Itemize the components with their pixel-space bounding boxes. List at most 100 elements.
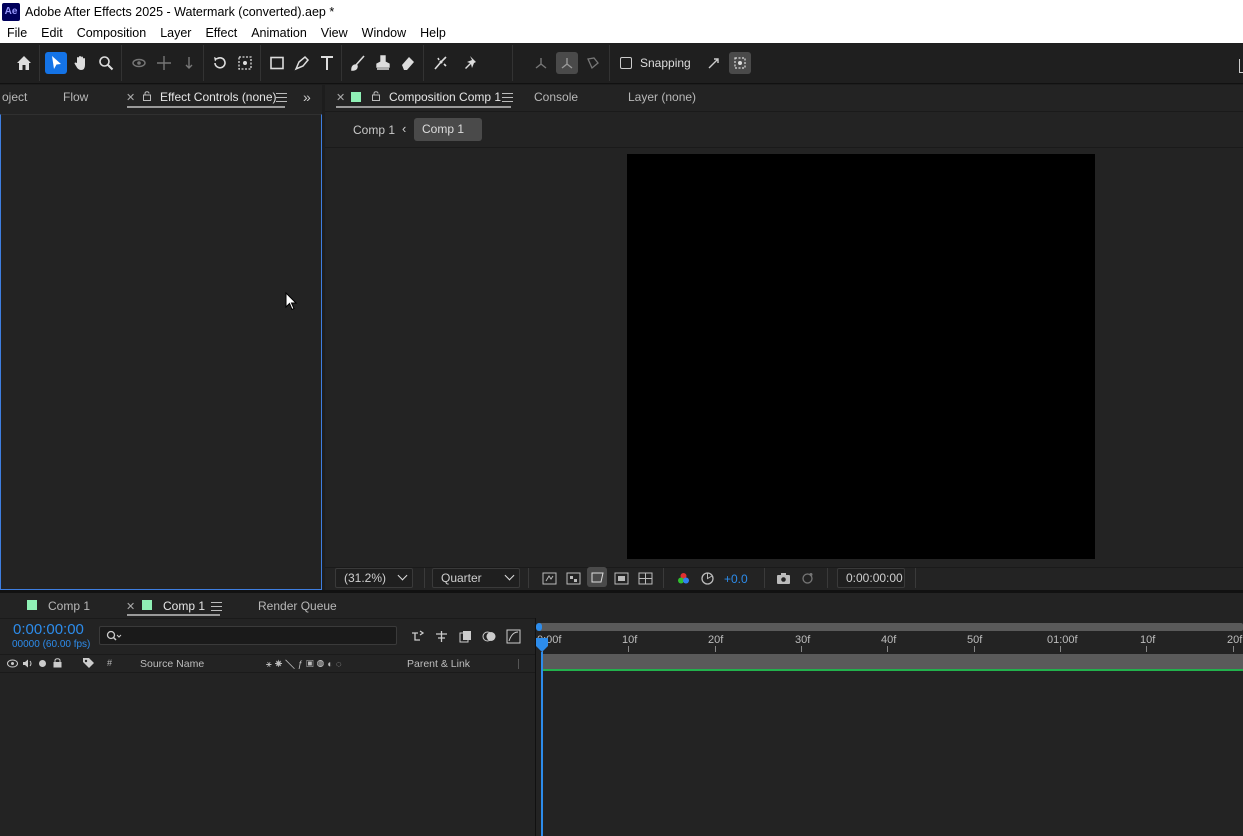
rectangle-tool-icon[interactable] [266,52,288,74]
menu-bar: File Edit Composition Layer Effect Anima… [0,23,1243,43]
exposure-value[interactable]: +0.0 [724,572,748,586]
solo-icon[interactable] [39,660,46,667]
snap-edges-icon[interactable] [703,52,725,74]
ruler-label-1s: 01:00f [1047,634,1078,646]
world-axis-icon[interactable] [556,52,578,74]
composition-canvas[interactable] [627,154,1095,559]
roto-brush-icon[interactable] [430,52,452,74]
selection-tool-icon[interactable] [45,52,67,74]
timeline-search-input[interactable] [99,626,397,645]
composition-panel: ✕ Composition Comp 1 Console Layer (none… [325,85,1243,590]
puppet-pin-icon[interactable] [461,52,483,74]
layer-switches-icons[interactable]: ⚹☀╲ƒ▣◍◐◌ [266,659,390,670]
breadcrumb-comp-parent[interactable]: Comp 1 [353,123,395,137]
tab-flow[interactable]: Flow [63,90,88,104]
mask-visibility-icon[interactable] [587,567,607,587]
home-icon[interactable] [13,52,35,74]
menu-effect[interactable]: Effect [198,23,244,43]
workspace-icon[interactable] [1239,59,1243,73]
work-area-bar[interactable] [542,654,1243,669]
parent-link-header[interactable]: Parent & Link [407,658,470,670]
fast-previews-icon[interactable] [539,568,559,588]
after-effects-logo: Ae [2,2,20,21]
composition-mini-flowchart-icon[interactable] [407,626,427,646]
pan-behind-tool-icon[interactable] [234,52,256,74]
eraser-tool-icon[interactable] [397,52,419,74]
reset-exposure-icon[interactable] [697,568,717,588]
hand-tool-icon[interactable] [70,52,92,74]
snapshot-camera-icon[interactable] [773,568,793,588]
playhead-handle-icon[interactable] [536,638,548,652]
grid-guides-icon[interactable] [635,568,655,588]
video-eye-icon[interactable] [7,659,18,668]
transparency-grid-icon[interactable] [563,568,583,588]
resolution-dropdown[interactable]: Quarter [432,568,520,588]
channels-icon[interactable] [673,568,693,588]
tab-composition[interactable]: Composition Comp 1 [389,90,501,104]
menu-composition[interactable]: Composition [70,23,153,43]
menu-animation[interactable]: Animation [244,23,314,43]
clone-stamp-icon[interactable] [372,52,394,74]
tab-render-queue[interactable]: Render Queue [258,599,337,613]
ruler-label-20f: 20f [708,634,724,646]
menu-window[interactable]: Window [355,23,413,43]
source-name-header[interactable]: Source Name [140,658,204,670]
effect-controls-panel: oject Flow ✕ Effect Controls (none) » [0,85,322,590]
tab-effect-controls[interactable]: Effect Controls (none) [160,90,277,104]
magnification-dropdown[interactable]: (31.2%) [335,568,413,588]
audio-speaker-icon[interactable] [22,659,33,668]
motion-blur-icon[interactable] [479,626,499,646]
view-axis-icon[interactable] [582,52,604,74]
show-snapshot-icon[interactable] [797,568,817,588]
ruler-label-1s10f: 10f [1140,634,1156,646]
menu-file[interactable]: File [0,23,34,43]
current-time-display[interactable]: 0:00:00:00 [837,568,905,588]
label-tag-icon[interactable] [82,657,95,669]
panel-menu-icon[interactable] [211,602,222,611]
snap-features-icon[interactable] [729,52,751,74]
orbit-camera-icon[interactable] [128,52,150,74]
close-tab-icon[interactable]: ✕ [126,600,135,613]
menu-help[interactable]: Help [413,23,453,43]
local-axis-icon[interactable] [530,52,552,74]
timeline-current-time[interactable]: 0:00:00:00 [13,621,84,638]
lock-icon[interactable] [372,91,380,101]
graph-editor-icon[interactable] [503,626,523,646]
close-tab-icon[interactable]: ✕ [126,91,135,104]
breadcrumb-comp-current[interactable]: Comp 1 [414,118,482,141]
menu-edit[interactable]: Edit [34,23,70,43]
region-of-interest-icon[interactable] [611,568,631,588]
double-chevron-right-icon[interactable]: » [303,89,311,105]
timeline-frame-info: 00000 (60.00 fps) [12,639,91,650]
brush-tool-icon[interactable] [347,52,369,74]
pan-camera-icon[interactable] [153,52,175,74]
ruler-label-10f: 10f [622,634,638,646]
draft-3d-icon[interactable] [431,626,451,646]
tab-timeline-comp-1[interactable]: Comp 1 [48,599,90,613]
dolly-camera-icon[interactable] [178,52,200,74]
tab-timeline-comp-1-active[interactable]: Comp 1 [163,599,205,613]
tab-console[interactable]: Console [534,90,578,104]
close-tab-icon[interactable]: ✕ [336,91,345,104]
panel-menu-icon[interactable] [276,93,287,102]
time-navigator-bar[interactable] [538,623,1243,631]
type-tool-icon[interactable] [316,52,338,74]
tab-layer[interactable]: Layer (none) [628,90,696,104]
menu-view[interactable]: View [314,23,355,43]
panel-menu-icon[interactable] [502,93,513,102]
zoom-tool-icon[interactable] [95,52,117,74]
frame-blending-icon[interactable] [455,626,475,646]
pen-tool-icon[interactable] [291,52,313,74]
lock-icon[interactable] [53,658,62,668]
playhead-line[interactable] [541,652,543,836]
lock-icon[interactable] [143,91,151,101]
time-navigator-start-handle[interactable] [536,623,542,631]
rotation-tool-icon[interactable] [209,52,231,74]
timeline-graph-area[interactable] [535,618,1243,836]
snapping-checkbox[interactable] [620,57,632,69]
menu-layer[interactable]: Layer [153,23,198,43]
tab-project[interactable]: oject [2,90,27,104]
window-title: Adobe After Effects 2025 - Watermark (co… [25,4,335,19]
title-bar: Ae Adobe After Effects 2025 - Watermark … [0,0,1243,23]
ruler-label-30f: 30f [795,634,811,646]
